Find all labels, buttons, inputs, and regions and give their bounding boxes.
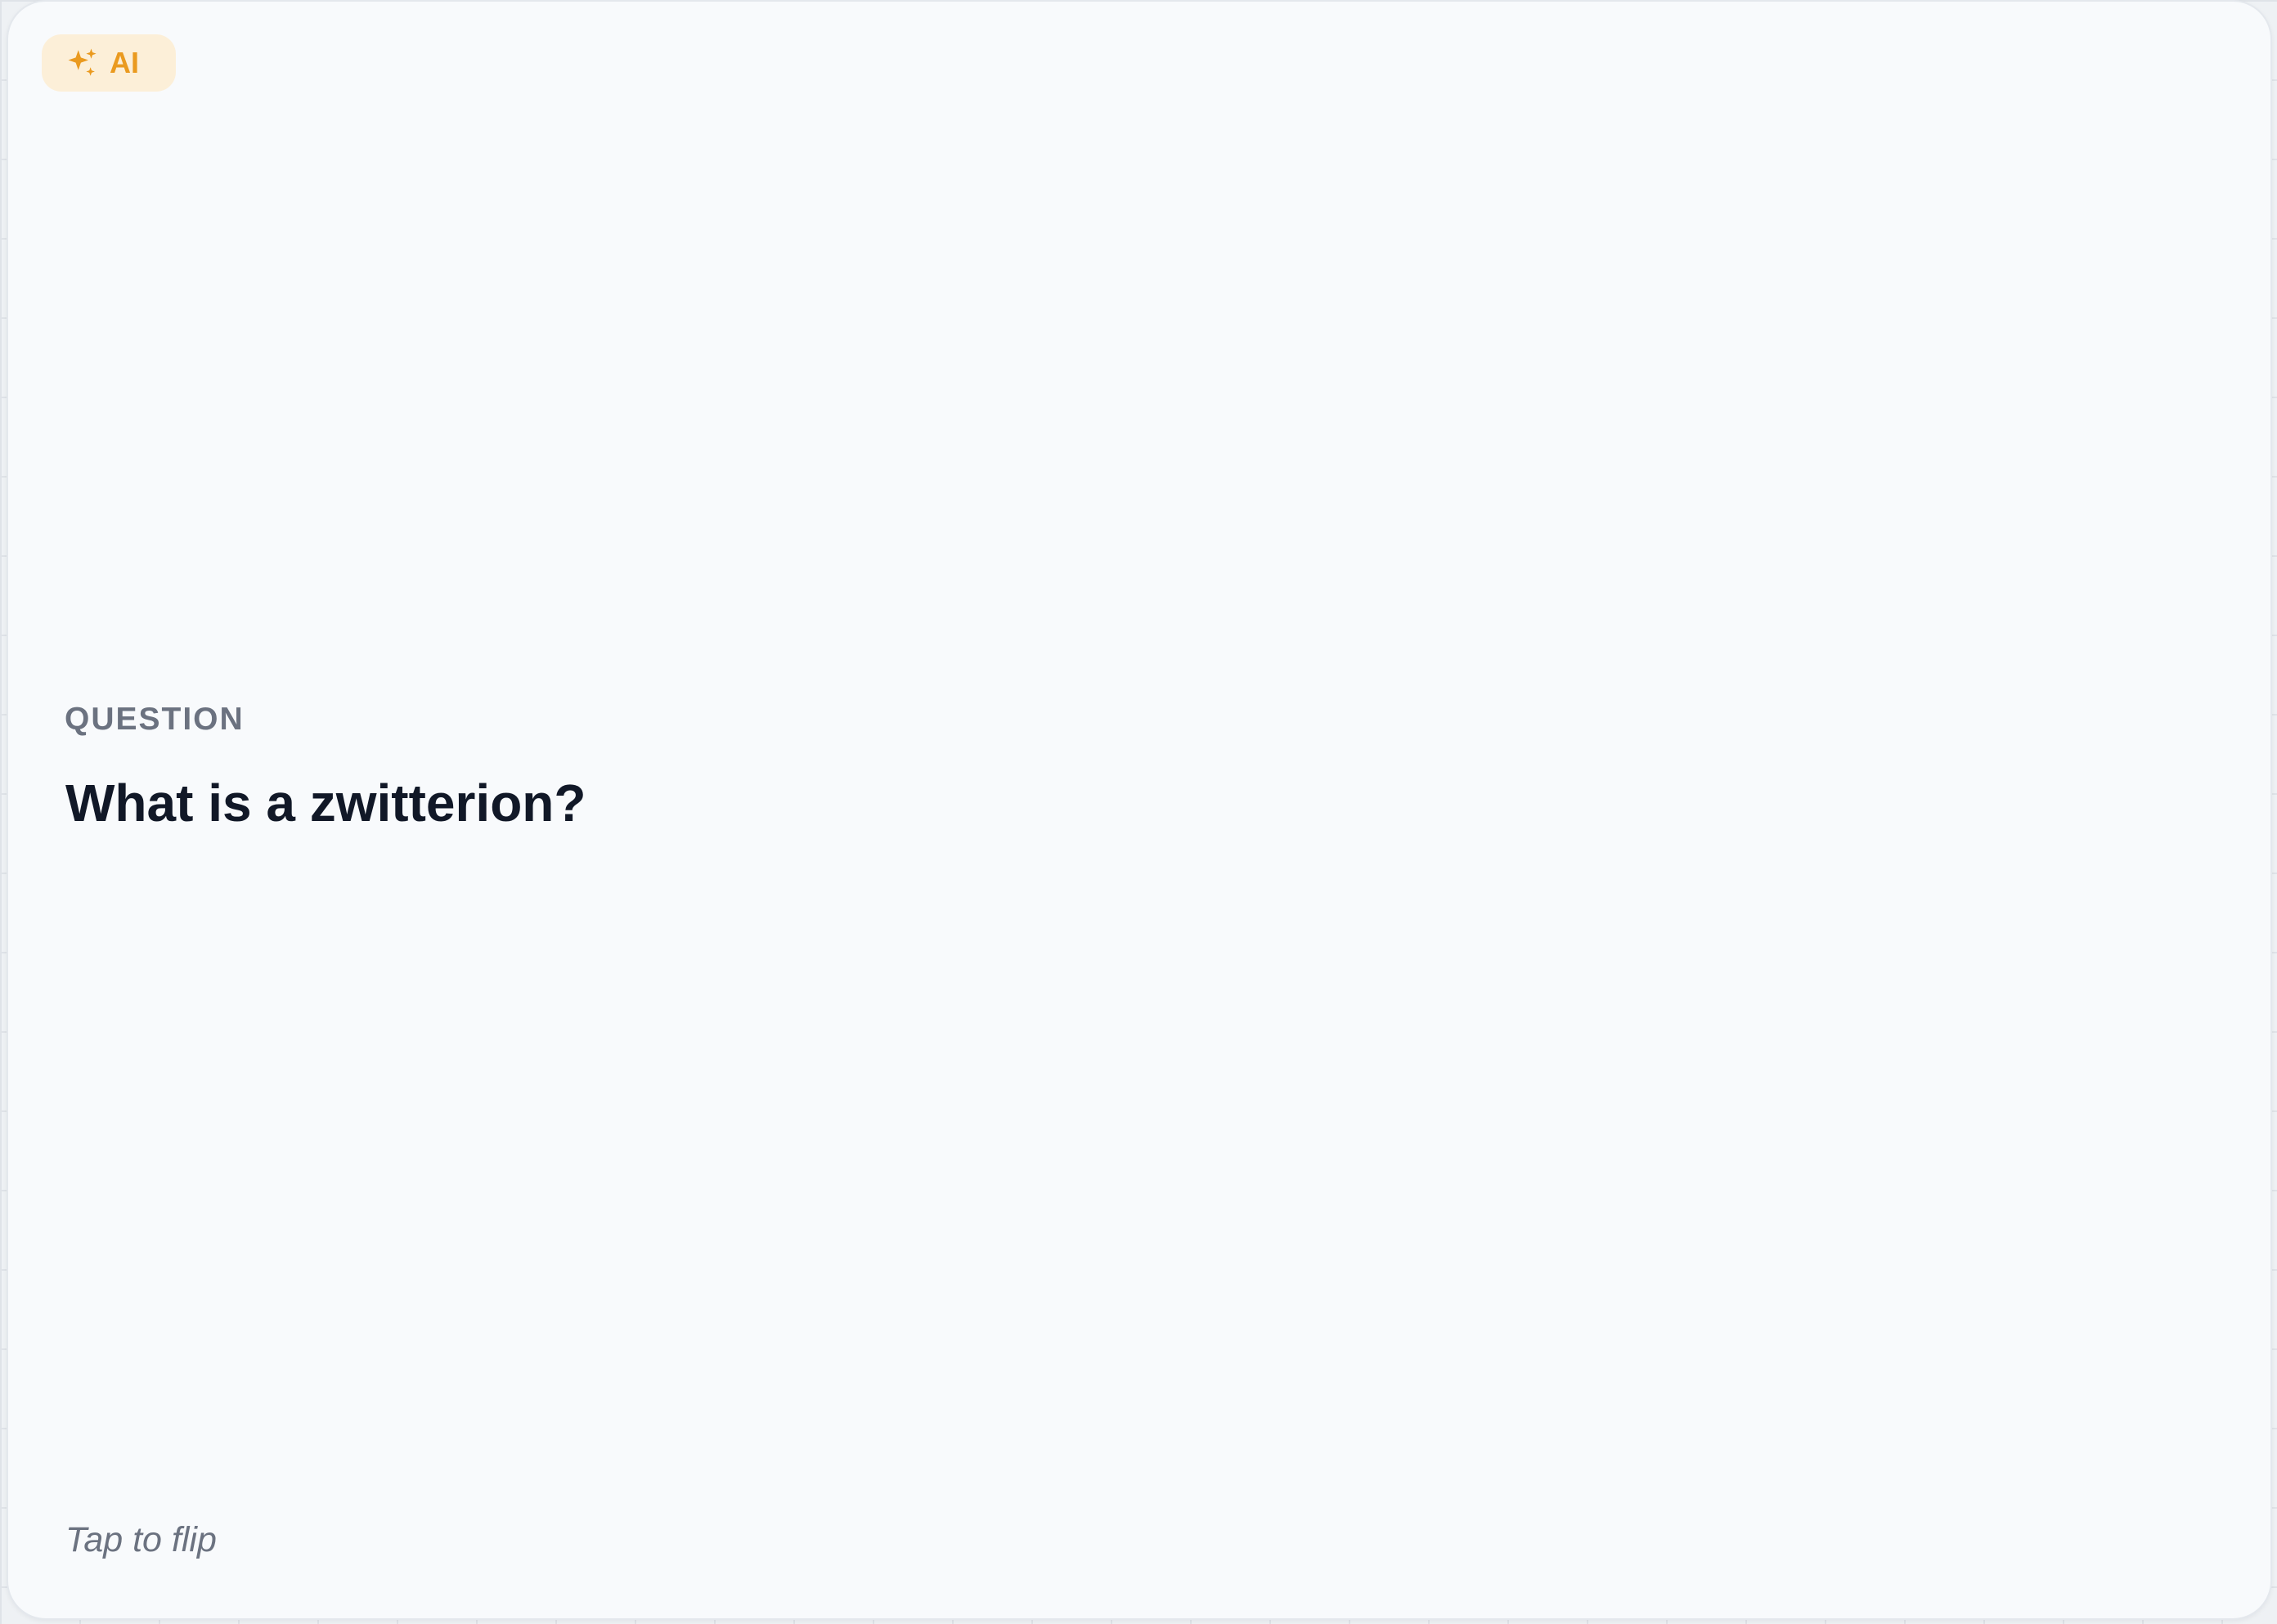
ai-badge-label: AI xyxy=(110,46,139,79)
section-label: QUESTION xyxy=(65,702,245,737)
sparkles-icon xyxy=(65,46,100,80)
flip-hint: Tap to flip xyxy=(65,1520,217,1559)
flashcard[interactable]: AI QUESTION What is a zwitterion? Tap to… xyxy=(7,0,2272,1620)
ai-badge: AI xyxy=(42,34,176,92)
question-text: What is a zwitterion? xyxy=(65,774,586,832)
